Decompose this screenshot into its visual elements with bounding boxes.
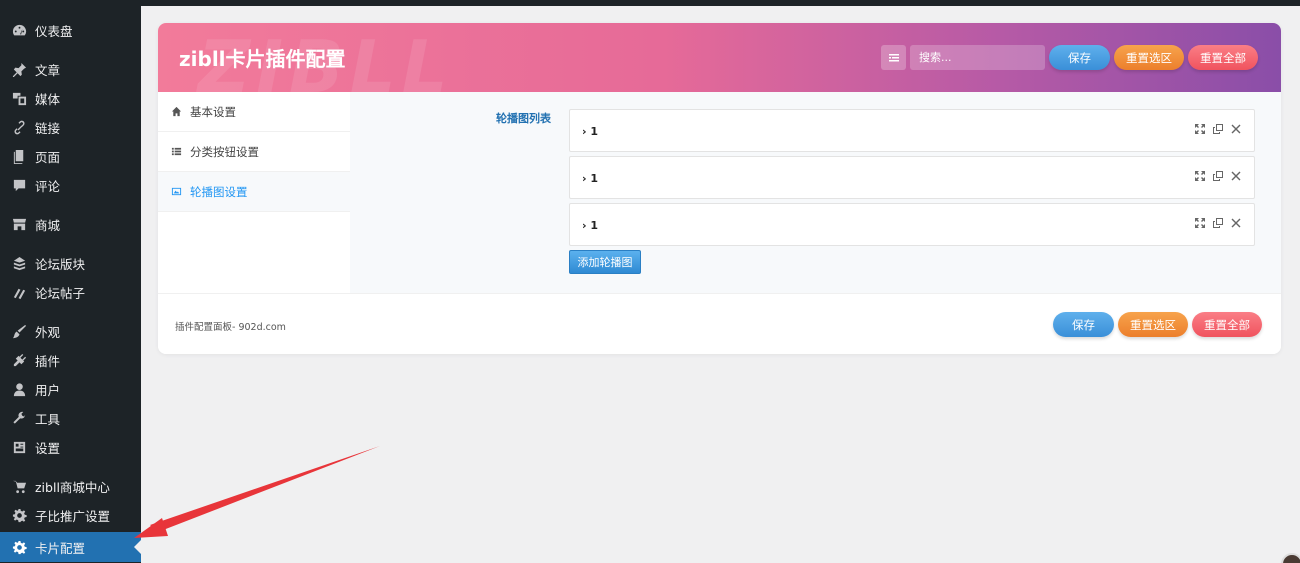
sidebar-item-label: zibll商城中心 <box>35 480 110 495</box>
sidebar-item-label: 插件 <box>35 354 61 369</box>
home-icon <box>171 106 182 117</box>
sidebar-item-label: 评论 <box>35 179 61 194</box>
panel-title: zibll卡片插件配置 <box>179 47 346 71</box>
plugin-icon <box>11 353 27 369</box>
carousel-item[interactable]: › 1 <box>569 203 1255 246</box>
panel-footer: 插件配置面板- 902d.com 保存 重置选区 重置全部 <box>158 293 1281 354</box>
search-icon[interactable] <box>881 45 906 70</box>
reset-all-button[interactable]: 重置全部 <box>1188 45 1258 70</box>
sidebar-item-label: 外观 <box>35 325 61 340</box>
sidebar-item-label: 论坛帖子 <box>35 286 86 301</box>
sidebar-item-comments[interactable]: 评论 <box>0 171 141 200</box>
panel-header: ZIBLL zibll卡片插件配置 保存 重置选区 重置全部 <box>158 23 1281 109</box>
footer-reset-all-button[interactable]: 重置全部 <box>1192 312 1262 337</box>
settings-icon <box>11 440 27 456</box>
tab-label: 基本设置 <box>190 104 236 119</box>
sidebar-item-media[interactable]: 媒体 <box>0 84 141 113</box>
sidebar-item-label: 仪表盘 <box>35 24 73 39</box>
carousel-item-title: › 1 <box>582 172 599 185</box>
footer-save-button[interactable]: 保存 <box>1053 312 1114 337</box>
footer-reset-section-button[interactable]: 重置选区 <box>1118 312 1188 337</box>
sidebar-item-dashboard[interactable]: 仪表盘 <box>0 16 141 45</box>
comment-icon <box>11 178 27 194</box>
clone-icon[interactable] <box>1212 170 1224 182</box>
sidebar-item-label: 链接 <box>35 121 61 136</box>
footer-credit: 插件配置面板- 902d.com <box>175 322 286 333</box>
sidebar-item-label: 媒体 <box>35 92 61 107</box>
sidebar-item-label: 商城 <box>35 218 61 233</box>
media-icon <box>11 91 27 107</box>
sidebar-item-label: 页面 <box>35 150 61 165</box>
posts-icon <box>11 285 27 301</box>
sidebar-item-zibll-store-center[interactable]: zibll商城中心 <box>0 472 141 501</box>
sidebar-item-forum-posts[interactable]: 论坛帖子 <box>0 278 141 307</box>
avatar[interactable] <box>1281 553 1300 563</box>
sidebar-item-label: 用户 <box>35 383 61 398</box>
sidebar-item-card-config[interactable]: 卡片配置 <box>0 532 141 562</box>
add-carousel-button[interactable]: 添加轮播图 <box>569 250 641 274</box>
tab-content: 轮播图列表 › 1 › 1 › 1 添加轮播图 <box>350 92 1281 293</box>
tab-category-buttons[interactable]: 分类按钮设置 <box>158 132 350 172</box>
link-icon <box>11 120 27 136</box>
sidebar-item-label: 工具 <box>35 412 61 427</box>
sidebar-item-label: 子比推广设置 <box>35 509 111 524</box>
pin-icon <box>11 62 27 78</box>
sidebar-item-store[interactable]: 商城 <box>0 210 141 239</box>
settings-tabs: 基本设置 分类按钮设置 轮播图设置 <box>158 92 350 293</box>
search-input[interactable] <box>910 45 1045 70</box>
close-icon[interactable] <box>1230 123 1242 135</box>
carousel-list-label: 轮播图列表 <box>496 112 551 125</box>
carousel-item-title: › 1 <box>582 125 599 138</box>
user-icon <box>11 382 27 398</box>
gear-icon <box>11 508 27 524</box>
sidebar-item-users[interactable]: 用户 <box>0 375 141 404</box>
list-icon <box>171 147 182 156</box>
sidebar-item-posts[interactable]: 文章 <box>0 55 141 84</box>
tab-label: 轮播图设置 <box>190 184 248 199</box>
sidebar-item-settings[interactable]: 设置 <box>0 433 141 462</box>
expand-icon[interactable] <box>1194 217 1206 229</box>
sidebar-item-links[interactable]: 链接 <box>0 113 141 142</box>
sidebar-item-forum-boards[interactable]: 论坛版块 <box>0 249 141 278</box>
save-button[interactable]: 保存 <box>1049 45 1110 70</box>
forum-icon <box>11 256 27 272</box>
sidebar-item-pages[interactable]: 页面 <box>0 142 141 171</box>
tab-carousel-settings[interactable]: 轮播图设置 <box>158 172 350 212</box>
sidebar-item-tools[interactable]: 工具 <box>0 404 141 433</box>
carousel-item[interactable]: › 1 <box>569 109 1255 152</box>
sidebar-item-label: 文章 <box>35 63 61 78</box>
wrench-icon <box>11 411 27 427</box>
reset-section-button[interactable]: 重置选区 <box>1114 45 1184 70</box>
sidebar-item-appearance[interactable]: 外观 <box>0 317 141 346</box>
clone-icon[interactable] <box>1212 217 1224 229</box>
sidebar-item-plugins[interactable]: 插件 <box>0 346 141 375</box>
appearance-icon <box>11 324 27 340</box>
image-icon <box>171 187 182 196</box>
admin-top-strip <box>141 0 1300 6</box>
dashboard-icon <box>11 23 27 39</box>
gear-icon <box>11 539 27 555</box>
config-panel: ZIBLL zibll卡片插件配置 保存 重置选区 重置全部 基本设置 分类按钮… <box>158 23 1281 354</box>
sidebar-item-promo-settings[interactable]: 子比推广设置 <box>0 501 141 530</box>
page-icon <box>11 149 27 165</box>
clone-icon[interactable] <box>1212 123 1224 135</box>
expand-icon[interactable] <box>1194 170 1206 182</box>
tab-basic-settings[interactable]: 基本设置 <box>158 92 350 132</box>
sidebar-item-label: 论坛版块 <box>35 257 86 272</box>
store-icon <box>11 217 27 233</box>
tab-label: 分类按钮设置 <box>190 144 259 159</box>
close-icon[interactable] <box>1230 217 1242 229</box>
expand-icon[interactable] <box>1194 123 1206 135</box>
carousel-item[interactable]: › 1 <box>569 156 1255 199</box>
close-icon[interactable] <box>1230 170 1242 182</box>
sidebar-item-label: 设置 <box>35 441 61 456</box>
admin-sidebar: 仪表盘 文章 媒体 链接 页面 评论 商城 论坛版块 论坛帖子 外观 插件 用户… <box>0 0 141 563</box>
carousel-item-title: › 1 <box>582 219 599 232</box>
sidebar-item-label: 卡片配置 <box>35 540 86 556</box>
cart-icon <box>11 479 27 495</box>
